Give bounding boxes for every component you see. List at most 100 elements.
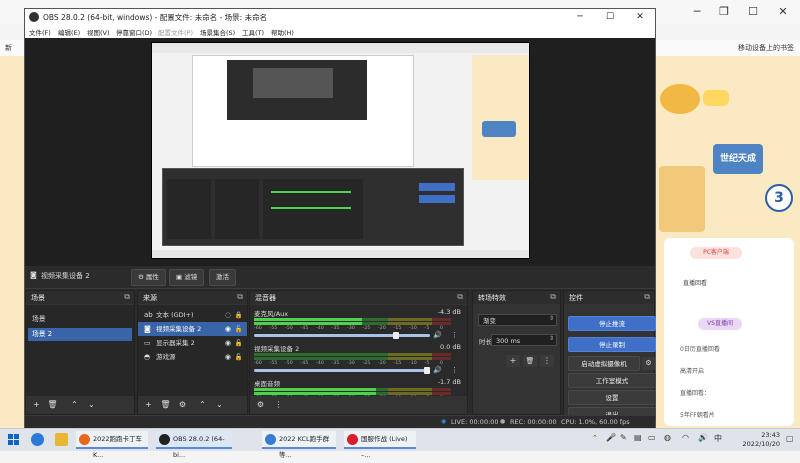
minimize-button[interactable]: ─ xyxy=(565,9,595,26)
filters-button[interactable]: ▣ 滤镜 xyxy=(169,269,205,286)
speaker-icon[interactable]: 🔊 xyxy=(698,433,708,442)
scale-tick-label: -20 xyxy=(378,361,386,366)
taskbar-app[interactable]: 2022 KCL跑手群等... xyxy=(262,431,336,459)
network-icon[interactable]: ▤ xyxy=(634,433,642,442)
browser-minimize-button[interactable]: ─ xyxy=(684,0,710,24)
menu-edit[interactable]: 编辑(E) xyxy=(58,27,80,37)
bookmark-folder-mobile[interactable]: 移动设备上的书签 xyxy=(738,43,794,53)
eye-icon[interactable]: ◉ xyxy=(225,322,231,336)
add-icon[interactable]: + xyxy=(142,399,155,411)
menu-tools[interactable]: 工具(T) xyxy=(242,27,264,37)
undock-icon[interactable]: ⧉ xyxy=(124,292,130,302)
undock-icon[interactable]: ⧉ xyxy=(550,292,556,302)
spinner-icon[interactable]: ⇕ xyxy=(549,335,554,342)
replay-link[interactable]: 直播回看 xyxy=(667,278,794,290)
gear-icon[interactable]: ⚙ xyxy=(176,399,189,411)
move-up-icon[interactable]: ⌃ xyxy=(68,399,81,411)
vs-room-button[interactable]: VS直播间 xyxy=(698,318,742,330)
battery-icon[interactable]: ▭ xyxy=(648,433,656,442)
pc-client-button[interactable]: PC客户端 xyxy=(690,247,742,259)
wifi-icon[interactable]: ◠ xyxy=(682,433,689,442)
more-icon[interactable]: ⋮ xyxy=(451,331,458,339)
taskbar-app[interactable]: 2022跑跑卡丁车K... xyxy=(76,431,148,459)
move-down-icon[interactable]: ⌄ xyxy=(85,399,98,411)
menu-file[interactable]: 文件(F) xyxy=(29,27,51,37)
microphone-icon[interactable]: 🎤 xyxy=(606,433,616,442)
unlock-icon[interactable]: 🔓 xyxy=(235,350,243,364)
transition-select[interactable]: 渐变 xyxy=(478,314,557,326)
deactivate-button[interactable]: 激活 xyxy=(209,269,236,286)
settings-button[interactable]: 设置 xyxy=(568,390,656,405)
properties-button[interactable]: ⚙ 属性 xyxy=(131,269,166,286)
add-transition-icon[interactable]: + xyxy=(506,355,520,367)
more-icon[interactable]: ⋮ xyxy=(451,366,458,374)
more-icon[interactable]: ⋮ xyxy=(540,355,554,367)
controls-title: 控件 xyxy=(569,294,583,302)
start-virtual-camera-button[interactable]: 启动虚拟摄像机 xyxy=(568,356,640,371)
trash-icon[interactable]: 🗑 xyxy=(159,399,172,411)
bookmark-item[interactable]: 新 xyxy=(5,43,12,53)
visibility-off-icon[interactable]: ◌ xyxy=(225,308,231,322)
source-item[interactable]: ab 文本 (GDI+) ◌ 🔒 xyxy=(138,308,247,322)
close-button[interactable]: ✕ xyxy=(625,9,655,26)
mixer-title: 混音器 xyxy=(255,294,276,302)
taskbar-app-label: OBS 28.0.2 (64-bi... xyxy=(173,435,225,459)
undock-icon[interactable]: ⧉ xyxy=(644,292,650,302)
more-icon[interactable]: ⋮ xyxy=(272,399,285,411)
volume-slider-handle[interactable] xyxy=(393,332,400,339)
trash-icon[interactable]: 🗑 xyxy=(523,355,537,367)
browser-maximize-button[interactable]: ☐ xyxy=(740,0,766,24)
volume-slider[interactable] xyxy=(254,334,430,337)
preview-area[interactable] xyxy=(25,38,655,266)
move-down-icon[interactable]: ⌄ xyxy=(213,399,226,411)
duration-input[interactable]: 300 ms xyxy=(491,334,557,346)
speaker-icon[interactable]: 🔊 xyxy=(433,366,442,374)
windows-start-icon[interactable] xyxy=(8,434,20,446)
browser-close-button[interactable]: ✕ xyxy=(770,0,796,24)
menu-scene-collection[interactable]: 场景集合(S) xyxy=(200,27,235,37)
taskbar-clock[interactable]: 23:43 2022/10/20 xyxy=(743,431,780,449)
tray-app-icon[interactable]: ◍ xyxy=(664,433,671,442)
scale-tick-label: -40 xyxy=(316,361,324,366)
unlock-icon[interactable]: 🔓 xyxy=(235,336,243,350)
taskbar-app[interactable]: 国服作战 (Live) –... xyxy=(344,431,416,459)
source-item[interactable]: ▭ 显示器采集 2 ◉ 🔓 xyxy=(138,336,247,350)
notification-icon[interactable]: ▢ xyxy=(786,434,794,443)
speaker-icon[interactable]: 🔊 xyxy=(433,331,442,339)
source-item-selected[interactable]: ◙ 视频采集设备 2 ◉ 🔓 xyxy=(138,322,247,336)
lock-icon[interactable]: 🔒 xyxy=(235,308,243,322)
pen-icon[interactable]: ✎ xyxy=(620,433,627,442)
taskbar-app-active[interactable]: OBS 28.0.2 (64-bi... xyxy=(156,431,232,459)
studio-mode-button[interactable]: 工作室模式 xyxy=(568,373,656,388)
volume-slider[interactable] xyxy=(254,369,430,372)
menu-docks[interactable]: 停靠窗口(D) xyxy=(116,27,152,37)
volume-slider-handle[interactable] xyxy=(424,367,430,374)
maximize-button[interactable]: ☐ xyxy=(595,9,625,26)
menu-help[interactable]: 帮助(H) xyxy=(271,27,294,37)
eye-icon[interactable]: ◉ xyxy=(225,336,231,350)
menu-profile[interactable]: 配置文件(P) xyxy=(158,27,193,37)
edge-icon[interactable] xyxy=(31,433,44,446)
undock-icon[interactable]: ⧉ xyxy=(457,292,463,302)
tray-chevron-icon[interactable]: ⌃ xyxy=(592,434,598,442)
move-up-icon[interactable]: ⌃ xyxy=(196,399,209,411)
monitor-icon: ▭ xyxy=(144,339,151,347)
add-icon[interactable]: + xyxy=(30,399,43,411)
trash-icon[interactable]: 🗑 xyxy=(46,399,59,411)
scene-item-selected[interactable]: 场景 2 xyxy=(28,328,132,341)
scenes-title: 场景 xyxy=(31,294,45,302)
preview-canvas[interactable] xyxy=(151,42,530,259)
advanced-audio-icon[interactable]: ⚙ xyxy=(254,399,267,411)
gear-icon[interactable]: ⚙ xyxy=(642,357,655,370)
menu-view[interactable]: 视图(V) xyxy=(87,27,110,37)
stop-streaming-button[interactable]: 停止推流 xyxy=(568,316,656,331)
file-explorer-icon[interactable] xyxy=(55,433,68,446)
stop-recording-button[interactable]: 停止录制 xyxy=(568,337,656,352)
source-item[interactable]: ◓ 游戏源 ◉ 🔓 xyxy=(138,350,247,364)
language-icon[interactable]: 中 xyxy=(714,433,722,444)
browser-restore-button[interactable]: ❐ xyxy=(711,0,737,24)
eye-icon[interactable]: ◉ xyxy=(225,350,231,364)
scene-item[interactable]: 场景 xyxy=(28,313,132,326)
undock-icon[interactable]: ⧉ xyxy=(237,292,243,302)
unlock-icon[interactable]: 🔓 xyxy=(235,322,243,336)
